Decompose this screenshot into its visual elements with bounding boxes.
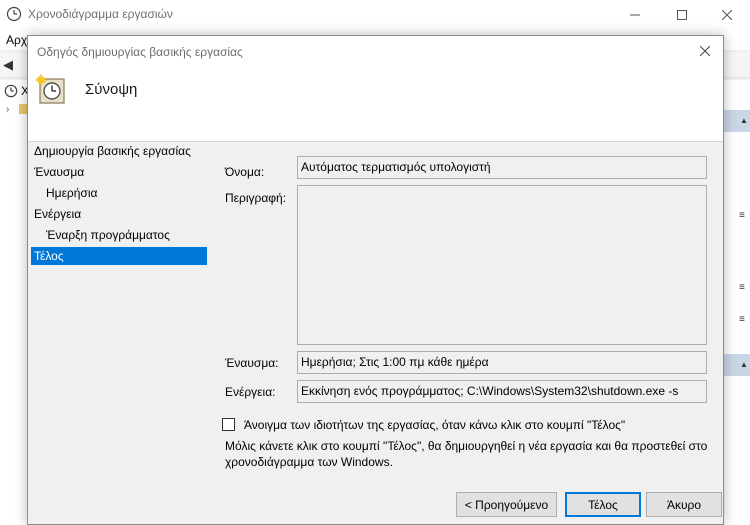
window-close-button[interactable]: [704, 0, 750, 30]
maximize-button[interactable]: [659, 0, 705, 30]
name-field: Αυτόματος τερματισμός υπολογιστή: [297, 156, 707, 179]
open-properties-checkbox[interactable]: [222, 418, 235, 431]
dialog-title: Οδηγός δημιουργίας βασικής εργασίας: [37, 45, 243, 59]
close-icon: [722, 10, 732, 20]
wizard-header: Σύνοψη: [28, 66, 723, 142]
tree-panel: [0, 80, 28, 525]
close-icon: [700, 46, 710, 56]
clock-icon: [6, 6, 22, 22]
dialog-close-button[interactable]: [688, 36, 722, 66]
chevron-right-icon[interactable]: ›: [6, 104, 9, 115]
action-item-icon: ≡: [739, 282, 745, 293]
wizard-step-finish[interactable]: Τέλος: [31, 247, 207, 265]
action-label: Ενέργεια:: [225, 385, 276, 399]
wizard-step-daily[interactable]: Ημερήσια: [31, 184, 207, 202]
description-label: Περιγραφή:: [225, 191, 287, 205]
basic-task-wizard-dialog: Οδηγός δημιουργίας βασικής εργασίας Σύνο…: [27, 35, 724, 525]
wizard-step-trigger[interactable]: Έναυσμα: [31, 163, 207, 181]
cancel-button[interactable]: Άκυρο: [646, 492, 722, 517]
trigger-field: Ημερήσια; Στις 1:00 πμ κάθε ημέρα: [297, 351, 707, 374]
wizard-step-start-program[interactable]: Έναρξη προγράμματος: [31, 226, 207, 244]
wizard-step-label: Έναρξη προγράμματος: [46, 228, 170, 242]
minimize-icon: [630, 14, 640, 16]
maximize-icon: [677, 10, 687, 20]
task-clock-icon: [35, 74, 65, 104]
collapse-icon[interactable]: ▲: [740, 360, 748, 369]
collapse-icon[interactable]: ▲: [740, 116, 748, 125]
open-properties-checkbox-label[interactable]: Άνοιγμα των ιδιοτήτων της εργασίας, όταν…: [244, 418, 625, 432]
menu-item-file[interactable]: Αρχ: [6, 33, 27, 47]
wizard-step-label: Ημερήσια: [46, 186, 98, 200]
page-title: Σύνοψη: [85, 81, 138, 98]
wizard-step-label: Τέλος: [34, 249, 64, 263]
description-field: [297, 185, 707, 345]
wizard-step-label: Ενέργεια: [34, 207, 82, 221]
wizard-step-label: Έναυσμα: [34, 165, 85, 179]
wizard-step-action[interactable]: Ενέργεια: [31, 205, 207, 223]
dialog-titlebar: Οδηγός δημιουργίας βασικής εργασίας: [28, 36, 723, 66]
window-title: Χρονοδιάγραμμα εργασιών: [28, 7, 173, 21]
name-label: Όνομα:: [225, 165, 265, 179]
clock-icon: [4, 84, 18, 98]
wizard-step-create-task[interactable]: Δημιουργία βασικής εργασίας: [31, 142, 207, 160]
finish-button[interactable]: Τέλος: [565, 492, 641, 517]
action-item-icon: ≡: [739, 314, 745, 325]
finish-info-text: Μόλις κάνετε κλικ στο κουμπί "Τέλος", θα…: [225, 439, 708, 469]
action-item-icon: ≡: [739, 210, 745, 221]
back-button[interactable]: < Προηγούμενο: [456, 492, 557, 517]
actions-pane: [722, 80, 750, 525]
action-field: Εκκίνηση ενός προγράμματος; C:\Windows\S…: [297, 380, 707, 403]
wizard-step-label: Δημιουργία βασικής εργασίας: [34, 144, 191, 158]
minimize-button[interactable]: [612, 0, 658, 30]
back-arrow-icon[interactable]: ◀: [3, 57, 13, 73]
trigger-label: Έναυσμα:: [225, 356, 279, 370]
